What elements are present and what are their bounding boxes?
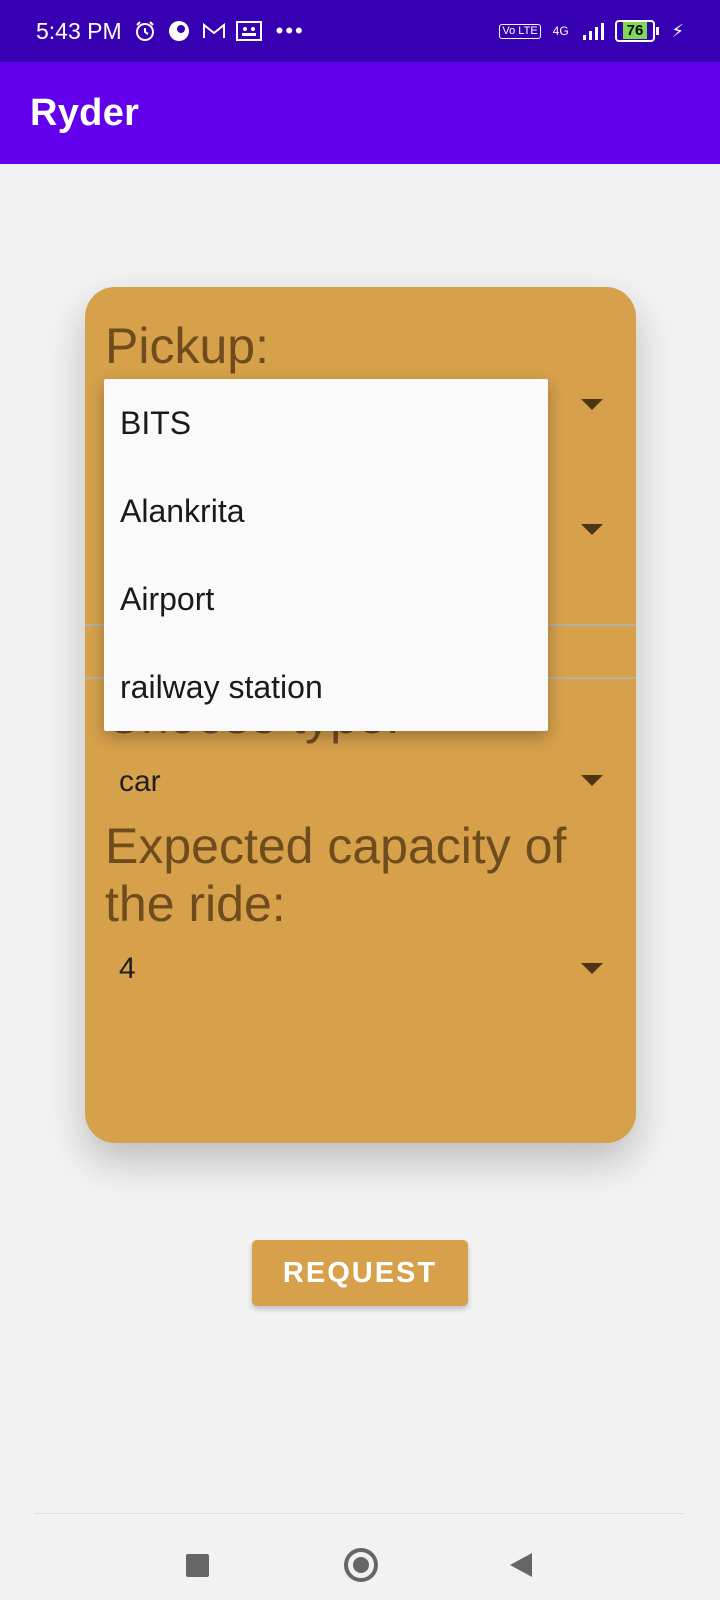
capacity-label: Expected capacity of the ride:	[105, 818, 567, 932]
drop-spinner-caret-icon[interactable]	[581, 524, 603, 535]
alarm-icon	[134, 20, 156, 42]
status-right: Vo LTE 4G 76 ⚡	[499, 20, 684, 42]
notification-icon	[235, 20, 262, 42]
more-dots-icon: •••	[275, 18, 305, 43]
status-time: 5:43 PM	[36, 17, 122, 44]
capacity-spinner-value[interactable]: 4	[119, 952, 136, 986]
dropdown-option[interactable]: BITS	[104, 379, 548, 467]
home-icon[interactable]	[344, 1548, 378, 1582]
volte-icon: Vo LTE	[499, 23, 541, 39]
app-bar: Ryder	[0, 62, 720, 164]
back-icon[interactable]	[510, 1553, 532, 1577]
recent-apps-icon[interactable]	[186, 1554, 209, 1577]
capacity-spinner-caret-icon[interactable]	[581, 963, 603, 974]
app-title: Ryder	[30, 91, 140, 134]
dropdown-option[interactable]: Airport	[104, 555, 548, 643]
type-spinner-caret-icon[interactable]	[581, 775, 603, 786]
dropdown-option[interactable]: railway station	[104, 643, 548, 731]
type-spinner-value[interactable]: car	[119, 765, 161, 799]
pickup-label: Pickup:	[105, 318, 269, 374]
network-type: 4G	[552, 24, 569, 38]
battery-icon: 76	[614, 20, 660, 42]
request-button[interactable]: REQUEST	[252, 1240, 468, 1306]
dropdown-option[interactable]: Alankrita	[104, 467, 548, 555]
charging-icon: ⚡	[671, 20, 684, 41]
gmail-icon	[202, 20, 225, 42]
status-bar: 5:43 PM ••• Vo LTE 4G 76 ⚡	[0, 0, 720, 62]
system-nav-bar	[0, 1514, 720, 1600]
status-left: 5:43 PM •••	[36, 18, 305, 45]
signal-icon	[581, 20, 604, 42]
pickup-spinner-caret-icon[interactable]	[581, 399, 603, 410]
pickup-dropdown-menu: BITS Alankrita Airport railway station	[104, 379, 548, 731]
app-icon	[168, 20, 190, 42]
battery-level: 76	[622, 22, 648, 39]
